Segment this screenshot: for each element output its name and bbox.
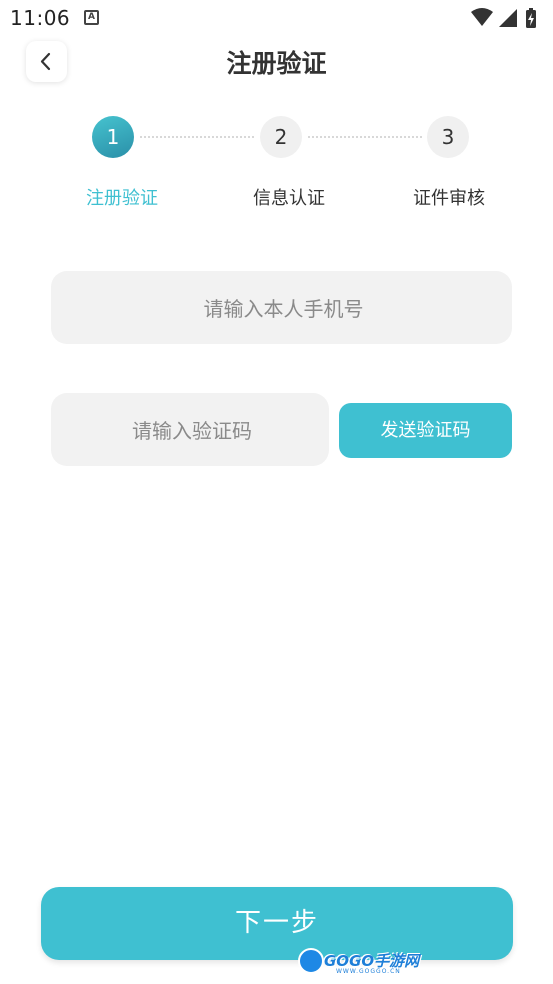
code-field: [51, 393, 333, 468]
status-time: 11:06: [10, 6, 71, 30]
step-2-label: 信息认证: [253, 188, 325, 209]
page-title: 注册验证: [226, 49, 327, 78]
step-1-indicator: 1: [92, 116, 134, 158]
send-code-button[interactable]: 发送验证码: [339, 403, 512, 458]
step-2-indicator: 2: [260, 116, 302, 158]
step-3-label: 证件审核: [413, 188, 485, 209]
step-1-label: 注册验证: [86, 188, 158, 209]
signal-icon: [499, 9, 517, 27]
wifi-icon: [471, 8, 493, 26]
battery-charging-icon: [526, 8, 536, 28]
step-connector: [140, 136, 254, 138]
status-icons: [471, 8, 536, 28]
step-3-indicator: 3: [427, 116, 469, 158]
verification-code-input[interactable]: [51, 393, 333, 468]
step-connector: [308, 136, 422, 138]
next-step-button[interactable]: 下一步: [41, 887, 513, 960]
a-icon: A: [84, 10, 99, 25]
phone-input[interactable]: [51, 271, 516, 346]
phone-field: [51, 271, 516, 346]
status-bar: 11:06 A: [0, 0, 553, 36]
gogo-logo-icon: [298, 948, 324, 974]
watermark-url: WWW.GOGGO.CN: [336, 968, 401, 975]
